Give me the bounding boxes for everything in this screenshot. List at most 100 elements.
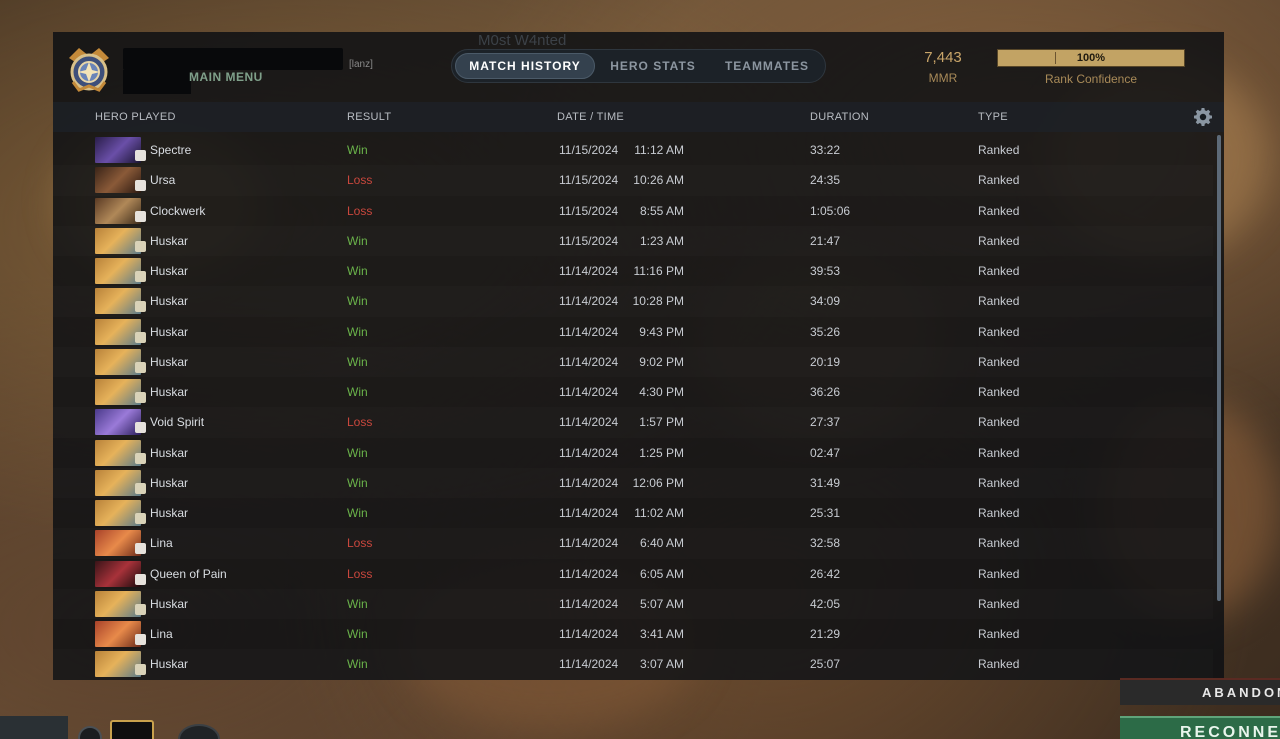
hero-facet-icon	[135, 180, 146, 192]
match-type: Ranked	[978, 596, 1020, 611]
hero-name: Huskar	[150, 385, 189, 399]
column-date-time[interactable]: DATE / TIME	[557, 111, 624, 123]
match-duration: 1:05:06	[810, 203, 851, 218]
match-time: 11:12 AM	[634, 143, 684, 157]
match-row[interactable]: Void Spirit Loss 11/14/2024 1:57 PM 27:37 Ran…	[53, 407, 1213, 437]
hero-name: Huskar	[150, 475, 189, 490]
column-hero-played[interactable]: HERO PLAYED	[95, 111, 176, 123]
mmr-label: MMR	[928, 71, 958, 85]
match-type: Ranked	[978, 627, 1020, 641]
match-row[interactable]: Huskar Win 11/14/2024 12:06 PM 31:49 Ranked	[53, 468, 1213, 498]
match-row[interactable]: Queen of Pain Loss 11/14/2024 6:05 AM 26:42 R…	[53, 559, 1213, 589]
match-row[interactable]: Huskar Win 11/14/2024 11:02 AM 25:31 Ranked	[53, 498, 1213, 528]
hero-facet-icon	[135, 150, 146, 161]
match-date: 11/14/2024	[559, 627, 619, 641]
match-row[interactable]: Huskar Win 11/14/2024 1:25 PM 02:47 Ranked	[53, 438, 1213, 468]
hero-name: Void Spirit	[150, 415, 205, 430]
dota-plus-icon[interactable]	[110, 720, 154, 739]
match-row[interactable]: Lina Win 11/14/2024 3:41 AM 21:29 Ranked	[53, 619, 1213, 649]
column-duration[interactable]: DURATION	[810, 111, 869, 123]
match-row[interactable]: Spectre Win 11/15/2024 11:12 AM 33:22 Ranked	[53, 135, 1213, 165]
match-time: 6:40 AM	[639, 536, 684, 551]
match-type: Ranked	[978, 415, 1020, 430]
match-type: Ranked	[978, 385, 1020, 399]
hero-facet-icon	[135, 210, 146, 222]
match-row[interactable]: Lina Loss 11/14/2024 6:40 AM 32:58 Ranked	[53, 528, 1213, 558]
match-type: Ranked	[978, 506, 1020, 520]
hero-name: Huskar	[150, 324, 189, 339]
hero-name: Lina	[150, 627, 173, 641]
view-tabs: MATCH HISTORY HERO STATS TEAMMATES	[451, 49, 826, 83]
match-type: Ranked	[978, 566, 1020, 581]
match-type: Ranked	[978, 203, 1020, 218]
match-result: Win	[347, 657, 368, 672]
match-time: 3:07 AM	[639, 657, 684, 672]
match-type: Ranked	[978, 324, 1020, 339]
match-duration: 21:47	[810, 233, 841, 248]
match-type: Ranked	[978, 475, 1020, 490]
match-date: 11/14/2024	[559, 354, 619, 369]
match-result: Win	[347, 264, 368, 278]
hero-name: Huskar	[150, 354, 189, 369]
match-row[interactable]: Huskar Win 11/14/2024 10:28 PM 34:09 Ranked	[53, 286, 1213, 316]
match-row[interactable]: Huskar Win 11/14/2024 5:07 AM 42:05 Ranked	[53, 589, 1213, 619]
match-time: 12:06 PM	[632, 475, 684, 490]
match-date: 11/14/2024	[559, 445, 619, 460]
watermark-text: M0st W4nted	[478, 32, 567, 49]
hero-name: Huskar	[150, 264, 189, 278]
tab-teammates[interactable]: TEAMMATES	[714, 53, 820, 79]
rank-medal-icon[interactable]	[63, 44, 115, 94]
match-row[interactable]: Huskar Win 11/14/2024 11:16 PM 39:53 Ranked	[53, 256, 1213, 286]
match-result: Win	[347, 385, 368, 399]
match-time: 10:26 AM	[633, 173, 684, 188]
hero-name: Huskar	[150, 506, 189, 520]
match-result: Loss	[347, 566, 373, 581]
match-time: 11:02 AM	[634, 506, 684, 520]
match-date: 11/14/2024	[559, 385, 619, 399]
match-row[interactable]: Ursa Loss 11/15/2024 10:26 AM 24:35 Ranked	[53, 165, 1213, 195]
hero-facet-icon	[135, 331, 146, 343]
match-date: 11/15/2024	[559, 173, 619, 188]
match-duration: 27:37	[810, 415, 841, 430]
match-row[interactable]: Clockwerk Loss 11/15/2024 8:55 AM 1:05:06 Ran…	[53, 196, 1213, 226]
match-row[interactable]: Huskar Win 11/15/2024 1:23 AM 21:47 Ranked	[53, 226, 1213, 256]
match-time: 1:25 PM	[639, 445, 684, 460]
table-header: HERO PLAYED RESULT DATE / TIME DURATION …	[53, 102, 1224, 132]
match-list-scrollbar[interactable]	[1217, 135, 1221, 601]
tab-match-history[interactable]: MATCH HISTORY	[455, 53, 595, 79]
match-duration: 02:47	[810, 445, 841, 460]
match-date: 11/14/2024	[559, 566, 619, 581]
tab-hero-stats[interactable]: HERO STATS	[602, 53, 704, 79]
settings-gear-icon[interactable]	[1193, 107, 1213, 127]
match-row[interactable]: Huskar Win 11/14/2024 9:43 PM 35:26 Ranked	[53, 317, 1213, 347]
match-duration: 33:22	[810, 143, 841, 157]
match-date: 11/15/2024	[559, 143, 619, 157]
main-menu-link[interactable]: MAIN MENU	[189, 70, 263, 84]
match-row[interactable]: Huskar Win 11/14/2024 9:02 PM 20:19 Ranked	[53, 347, 1213, 377]
hero-facet-icon	[135, 573, 146, 585]
match-duration: 24:35	[810, 173, 841, 188]
match-result: Win	[347, 354, 368, 369]
hero-name: Huskar	[150, 596, 189, 611]
mmr-display: 7,443 MMR	[913, 49, 973, 85]
hero-facet-icon	[135, 603, 146, 615]
column-type[interactable]: TYPE	[978, 111, 1008, 123]
match-row[interactable]: Huskar Win 11/14/2024 3:07 AM 25:07 Ranked	[53, 649, 1213, 679]
reconnect-button[interactable]: RECONNECT	[1120, 716, 1280, 739]
abandon-button[interactable]: ABANDON	[1120, 678, 1280, 705]
player-name-redacted	[123, 48, 343, 70]
mmr-value: 7,443	[924, 49, 962, 66]
dock-slot[interactable]	[0, 716, 68, 739]
match-type: Ranked	[978, 354, 1020, 369]
hero-facet-icon	[135, 271, 146, 282]
column-result[interactable]: RESULT	[347, 111, 391, 123]
match-type: Ranked	[978, 264, 1020, 278]
match-time: 11:16 PM	[633, 264, 684, 278]
match-row[interactable]: Huskar Win 11/14/2024 4:30 PM 36:26 Ranked	[53, 377, 1213, 407]
match-type: Ranked	[978, 445, 1020, 460]
match-date: 11/14/2024	[559, 536, 619, 551]
match-result: Win	[347, 627, 368, 641]
match-duration: 39:53	[810, 264, 841, 278]
match-result: Win	[347, 506, 368, 520]
match-duration: 34:09	[810, 294, 841, 309]
